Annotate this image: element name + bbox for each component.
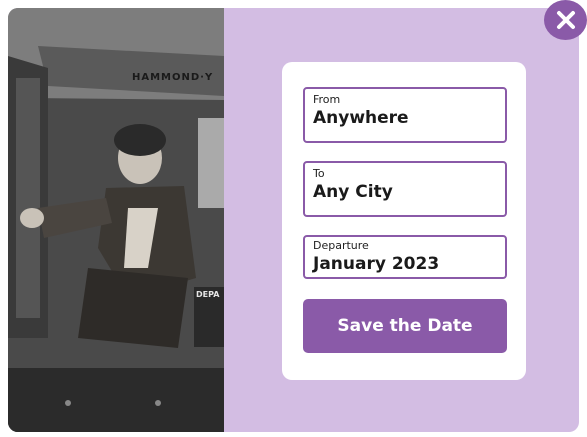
departure-value[interactable]: January 2023 xyxy=(313,253,497,275)
from-field[interactable]: From Anywhere xyxy=(303,87,507,143)
to-field[interactable]: To Any City xyxy=(303,161,507,217)
close-icon xyxy=(556,11,575,29)
plane-badge-text: DEPA xyxy=(196,290,220,299)
to-label: To xyxy=(313,167,325,180)
from-label: From xyxy=(313,93,341,106)
plane-lettering: HAMMOND·Y xyxy=(132,72,214,83)
departure-label: Departure xyxy=(313,239,369,252)
aviator-photo: HAMMOND·Y DEPA xyxy=(8,8,224,432)
save-the-date-button[interactable]: Save the Date xyxy=(303,299,507,353)
departure-field[interactable]: Departure January 2023 xyxy=(303,235,507,279)
close-button[interactable] xyxy=(544,0,587,40)
plane-badge: DEPA xyxy=(194,287,224,347)
from-value[interactable]: Anywhere xyxy=(313,107,497,129)
to-value[interactable]: Any City xyxy=(313,181,497,203)
travel-modal: HAMMOND·Y DEPA From Anywhere To Any City… xyxy=(8,8,579,432)
travel-form-card: From Anywhere To Any City Departure Janu… xyxy=(282,62,526,380)
